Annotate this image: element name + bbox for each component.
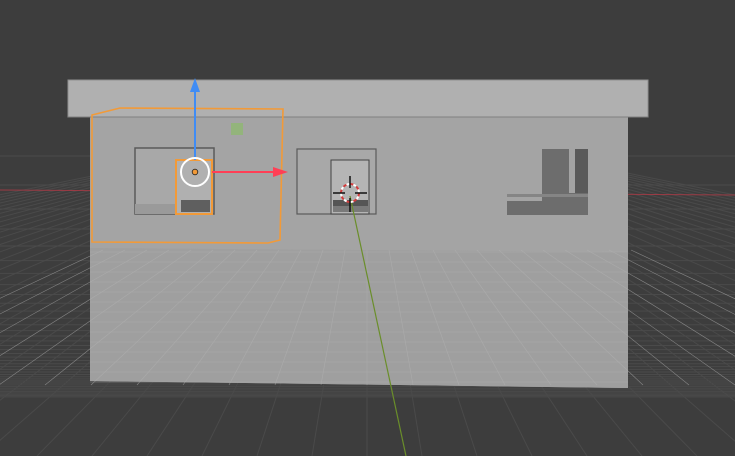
door-left-step (181, 200, 210, 212)
wall-grid-line (630, 249, 735, 300)
3d-viewport[interactable] (0, 0, 735, 456)
window-right-post (575, 149, 588, 193)
window-left-sill (135, 204, 175, 214)
object-origin (191, 168, 199, 176)
wall-grid-line (0, 249, 104, 299)
wall-lower-band (90, 248, 628, 388)
light-marker[interactable] (231, 123, 243, 135)
viewport-canvas[interactable] (0, 0, 735, 456)
window-right-ledge (507, 194, 588, 197)
roof[interactable] (67, 79, 649, 118)
